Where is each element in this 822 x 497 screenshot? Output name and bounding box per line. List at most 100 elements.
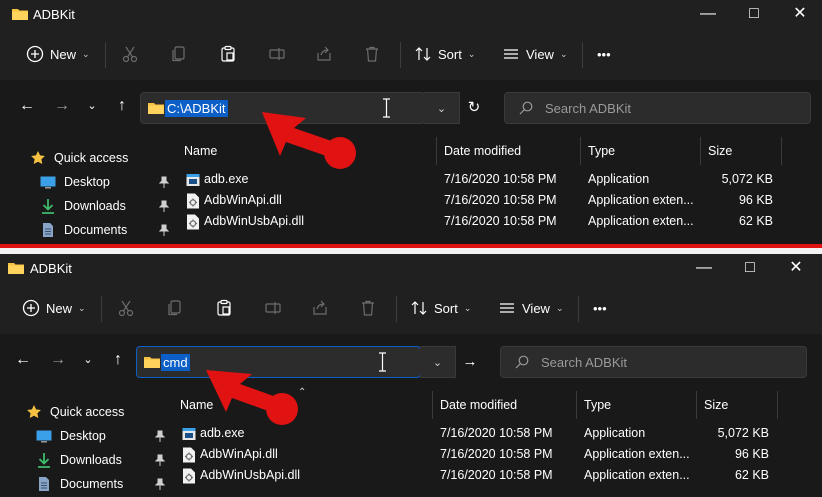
refresh-icon[interactable]: ↻ <box>458 92 490 124</box>
address-input[interactable]: C:\ADBKit <box>165 100 228 117</box>
column-divider[interactable] <box>436 137 437 165</box>
close-button[interactable]: ✕ <box>773 256 819 280</box>
column-divider[interactable] <box>580 137 581 165</box>
file-date: 7/16/2020 10:58 PM <box>440 426 553 440</box>
up-arrow-icon[interactable]: ↑ <box>110 94 134 118</box>
column-header-size[interactable]: Size <box>708 137 732 165</box>
chevron-down-icon: ⌄ <box>78 302 86 313</box>
sidebar-item-quick-access[interactable]: Quick access <box>30 147 165 169</box>
back-arrow-icon[interactable]: ← <box>15 94 39 118</box>
search-box[interactable]: Search ADBKit <box>500 346 807 378</box>
exe-icon <box>186 174 200 186</box>
rename-button[interactable] <box>268 28 286 80</box>
documents-icon <box>39 477 49 491</box>
recent-chevron-down-icon[interactable]: ⌄ <box>80 94 104 118</box>
column-header-date-modified[interactable]: Date modified <box>440 391 517 419</box>
rename-button[interactable] <box>264 282 282 334</box>
copy-button[interactable] <box>170 28 188 80</box>
column-divider[interactable] <box>781 137 782 165</box>
address-bar[interactable]: C:\ADBKit <box>140 92 425 124</box>
file-row[interactable]: adb.exe 7/16/2020 10:58 PM Application 5… <box>172 423 782 444</box>
file-row[interactable]: AdbWinUsbApi.dll 7/16/2020 10:58 PM Appl… <box>176 211 786 232</box>
file-row[interactable]: AdbWinApi.dll 7/16/2020 10:58 PM Applica… <box>172 444 782 465</box>
sort-button[interactable]: Sort ⌄ <box>410 282 471 334</box>
file-row[interactable]: adb.exe 7/16/2020 10:58 PM Application 5… <box>176 169 786 190</box>
new-button[interactable]: New ⌄ <box>22 282 86 334</box>
column-header-name[interactable]: Name <box>180 391 213 419</box>
view-button[interactable]: View ⌄ <box>502 28 568 80</box>
column-header-size[interactable]: Size <box>704 391 728 419</box>
minimize-button[interactable]: — <box>685 2 731 26</box>
toolbar-separator <box>105 42 106 68</box>
sidebar-item-documents[interactable]: Documents <box>36 473 171 495</box>
column-header-date-modified[interactable]: Date modified <box>444 137 521 165</box>
file-row[interactable]: AdbWinApi.dll 7/16/2020 10:58 PM Applica… <box>176 190 786 211</box>
file-date: 7/16/2020 10:58 PM <box>444 172 557 186</box>
delete-button[interactable] <box>359 282 377 334</box>
column-divider[interactable] <box>777 391 778 419</box>
file-date: 7/16/2020 10:58 PM <box>440 447 553 461</box>
column-divider[interactable] <box>696 391 697 419</box>
file-size: 96 KB <box>738 193 773 207</box>
paste-button[interactable] <box>219 28 237 80</box>
copy-button[interactable] <box>166 282 184 334</box>
search-box[interactable]: Search ADBKit <box>504 92 811 124</box>
view-button[interactable]: View ⌄ <box>498 282 564 334</box>
paste-icon <box>217 299 231 316</box>
maximize-button[interactable]: □ <box>727 256 773 280</box>
sidebar-item-label: Downloads <box>60 453 122 467</box>
address-dropdown-chevron-icon[interactable]: ⌄ <box>420 346 456 378</box>
new-button[interactable]: New ⌄ <box>26 28 90 80</box>
minimize-button[interactable]: — <box>681 256 727 280</box>
desktop-icon <box>40 176 56 189</box>
address-bar[interactable]: cmd <box>136 346 421 378</box>
column-header-type[interactable]: Type <box>584 391 611 419</box>
sidebar-item-desktop[interactable]: Desktop <box>40 171 175 193</box>
column-divider[interactable] <box>432 391 433 419</box>
sidebar-item-label: Quick access <box>50 405 125 419</box>
download-icon <box>38 453 50 468</box>
star-icon <box>31 151 45 164</box>
sidebar-item-label: Quick access <box>54 151 129 165</box>
sidebar-item-quick-access[interactable]: Quick access <box>26 401 161 423</box>
sidebar-item-downloads[interactable]: Downloads <box>40 195 175 217</box>
forward-arrow-icon[interactable]: → <box>46 348 70 372</box>
sidebar-item-documents[interactable]: Documents <box>40 219 175 241</box>
cut-button[interactable] <box>121 28 139 80</box>
more-options-button[interactable]: ••• <box>593 282 607 334</box>
trash-icon <box>366 46 378 62</box>
column-divider[interactable] <box>576 391 577 419</box>
column-divider[interactable] <box>700 137 701 165</box>
file-date: 7/16/2020 10:58 PM <box>440 468 553 482</box>
column-header-type[interactable]: Type <box>588 137 615 165</box>
sidebar-item-label: Downloads <box>64 199 126 213</box>
pin-icon <box>159 200 169 212</box>
sort-button[interactable]: Sort ⌄ <box>414 28 475 80</box>
back-arrow-icon[interactable]: ← <box>11 348 35 372</box>
up-arrow-icon[interactable]: ↑ <box>106 348 130 372</box>
chevron-down-icon: ⌄ <box>82 48 90 59</box>
share-button[interactable] <box>315 28 333 80</box>
address-input[interactable]: cmd <box>161 354 190 371</box>
file-name: AdbWinApi.dll <box>200 447 278 461</box>
forward-arrow-icon[interactable]: → <box>50 94 74 118</box>
close-button[interactable]: ✕ <box>777 2 822 26</box>
documents-icon <box>43 223 53 237</box>
new-label: New <box>46 300 73 316</box>
share-button[interactable] <box>311 282 329 334</box>
column-header-name[interactable]: Name <box>184 137 217 165</box>
more-options-button[interactable]: ••• <box>597 28 611 80</box>
file-name: adb.exe <box>204 172 249 186</box>
maximize-button[interactable]: □ <box>731 2 777 26</box>
address-dropdown-chevron-icon[interactable]: ⌄ <box>424 92 460 124</box>
delete-button[interactable] <box>363 28 381 80</box>
recent-chevron-down-icon[interactable]: ⌄ <box>76 348 100 372</box>
file-row[interactable]: AdbWinUsbApi.dll 7/16/2020 10:58 PM Appl… <box>172 465 782 486</box>
desktop-icon <box>36 430 52 443</box>
cut-button[interactable] <box>117 282 135 334</box>
sidebar-item-downloads[interactable]: Downloads <box>36 449 171 471</box>
sidebar-item-desktop[interactable]: Desktop <box>36 425 171 447</box>
paste-button[interactable] <box>215 282 233 334</box>
go-arrow-icon[interactable]: → <box>454 346 486 378</box>
navigation-bar: ← → ⌄ ↑ C:\ADBKit ⌄ ↻ Search ADBKit <box>0 80 822 132</box>
